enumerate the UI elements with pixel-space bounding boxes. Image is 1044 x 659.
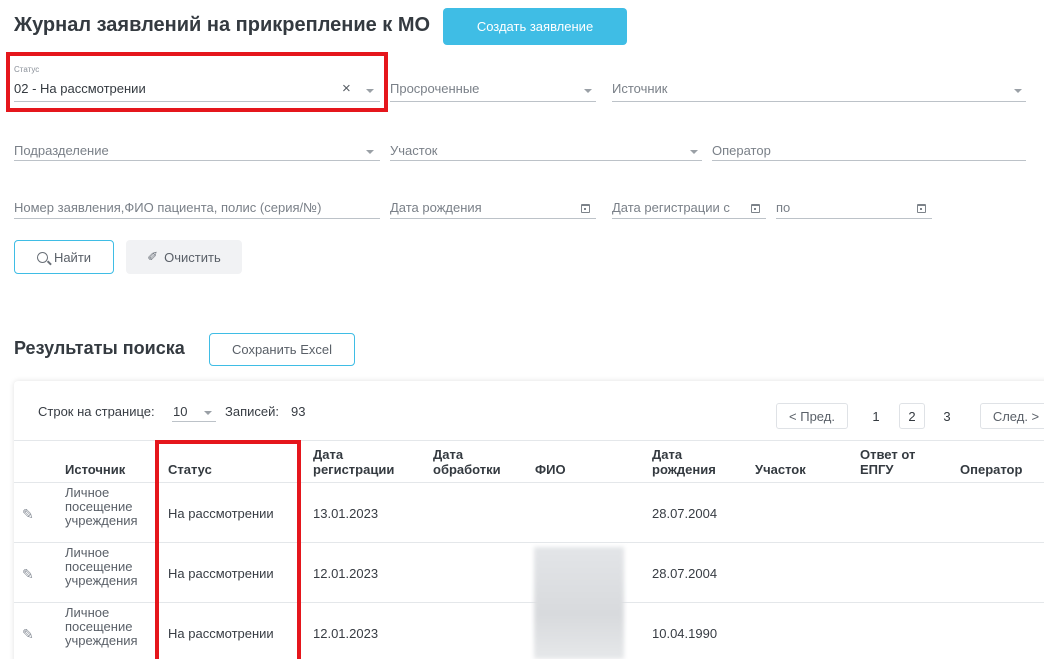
fio-redacted-block	[534, 547, 624, 659]
source-underline	[612, 101, 1026, 102]
col-epgu-line1[interactable]: Ответ от	[860, 447, 915, 462]
col-birth-line2[interactable]: рождения	[652, 462, 716, 477]
edit-icon[interactable]: ✎	[22, 506, 34, 523]
row2-reg-date: 12.01.2023	[313, 566, 379, 581]
clear-brush-icon: ✐	[147, 249, 159, 264]
find-button[interactable]: Найти	[14, 240, 114, 274]
row1-source-line2: посещение	[65, 499, 133, 514]
row1-birth-date: 28.07.2004	[652, 506, 718, 521]
operator-underline	[712, 160, 1026, 161]
records-count: 93	[291, 404, 306, 419]
rows-per-page-underline	[172, 421, 216, 422]
row1-source-line3: учреждения	[65, 513, 138, 528]
reg-date-from-calendar-icon[interactable]	[751, 204, 760, 213]
find-button-label: Найти	[53, 249, 92, 265]
birth-date-input[interactable]: Дата рождения	[390, 200, 482, 215]
rows-per-page-chevron-down-icon[interactable]	[204, 411, 212, 415]
status-column-highlight-box	[155, 440, 301, 659]
col-source[interactable]: Источник	[65, 462, 125, 477]
overdue-chevron-down-icon[interactable]	[584, 89, 592, 93]
department-select[interactable]: Подразделение	[14, 143, 109, 158]
clear-button-label: Очистить	[164, 249, 221, 265]
col-fio[interactable]: ФИО	[535, 462, 566, 477]
col-birth-line1[interactable]: Дата	[652, 447, 682, 462]
save-excel-button[interactable]: Сохранить Excel	[209, 333, 355, 366]
row2-source-line3: учреждения	[65, 573, 138, 588]
reg-date-from-underline	[612, 218, 766, 219]
page-title: Журнал заявлений на прикрепление к МО	[14, 14, 431, 36]
birth-date-calendar-icon[interactable]	[581, 204, 590, 213]
status-select[interactable]: 02 - На рассмотрении	[14, 81, 146, 96]
status-underline	[14, 101, 380, 102]
search-icon	[36, 251, 48, 263]
reg-date-to-underline	[776, 218, 932, 219]
reg-date-from-input[interactable]: Дата регистрации с	[612, 200, 730, 215]
row2-source-line1: Личное	[65, 545, 110, 560]
reg-date-to-input[interactable]: по	[776, 200, 790, 215]
page-3-button[interactable]: 3	[934, 403, 960, 429]
district-chevron-down-icon[interactable]	[690, 150, 698, 154]
row3-reg-date: 12.01.2023	[313, 626, 379, 641]
status-chevron-down-icon[interactable]	[366, 89, 374, 93]
source-select[interactable]: Источник	[612, 81, 668, 96]
edit-icon[interactable]: ✎	[22, 626, 34, 643]
row3-source-line1: Личное	[65, 605, 110, 620]
page-1-button[interactable]: 1	[863, 403, 889, 429]
col-epgu-line2[interactable]: ЕПГУ	[860, 462, 893, 477]
row2-source-line2: посещение	[65, 559, 133, 574]
records-label: Записей:	[225, 404, 279, 419]
col-proc-date-line1[interactable]: Дата	[433, 447, 463, 462]
row1-source-line1: Личное	[65, 485, 110, 500]
row1-reg-date: 13.01.2023	[313, 506, 379, 521]
department-underline	[14, 160, 380, 161]
row3-birth-date: 10.04.1990	[652, 626, 718, 641]
page-2-button[interactable]: 2	[899, 403, 925, 429]
reg-date-to-calendar-icon[interactable]	[917, 204, 926, 213]
source-chevron-down-icon[interactable]	[1014, 89, 1022, 93]
row2-birth-date: 28.07.2004	[652, 566, 718, 581]
col-reg-date-line2[interactable]: регистрации	[313, 462, 394, 477]
prev-page-button[interactable]: < Пред.	[776, 403, 848, 429]
search-query-input[interactable]: Номер заявления,ФИО пациента, полис (сер…	[14, 200, 321, 215]
col-district[interactable]: Участок	[755, 462, 806, 477]
rows-per-page-value[interactable]: 10	[173, 404, 187, 419]
col-reg-date-line1[interactable]: Дата	[313, 447, 343, 462]
edit-icon[interactable]: ✎	[22, 566, 34, 583]
results-title: Результаты поиска	[14, 338, 185, 358]
next-page-button[interactable]: След. >	[980, 403, 1044, 429]
row3-source-line2: посещение	[65, 619, 133, 634]
overdue-underline	[390, 101, 596, 102]
operator-select[interactable]: Оператор	[712, 143, 771, 158]
district-underline	[390, 160, 702, 161]
row3-source-line3: учреждения	[65, 633, 138, 648]
birth-date-underline	[390, 218, 596, 219]
col-operator[interactable]: Оператор	[960, 462, 1022, 477]
department-chevron-down-icon[interactable]	[366, 150, 374, 154]
overdue-select[interactable]: Просроченные	[390, 81, 479, 96]
status-field-label: Статус	[14, 65, 40, 74]
col-proc-date-line2[interactable]: обработки	[433, 462, 501, 477]
clear-button[interactable]: ✐ Очистить	[126, 240, 242, 274]
district-select[interactable]: Участок	[390, 143, 438, 158]
rows-per-page-label: Строк на странице:	[38, 404, 155, 419]
create-application-button[interactable]: Создать заявление	[443, 8, 627, 45]
clear-status-icon[interactable]: ×	[342, 81, 351, 96]
search-query-underline	[14, 218, 380, 219]
